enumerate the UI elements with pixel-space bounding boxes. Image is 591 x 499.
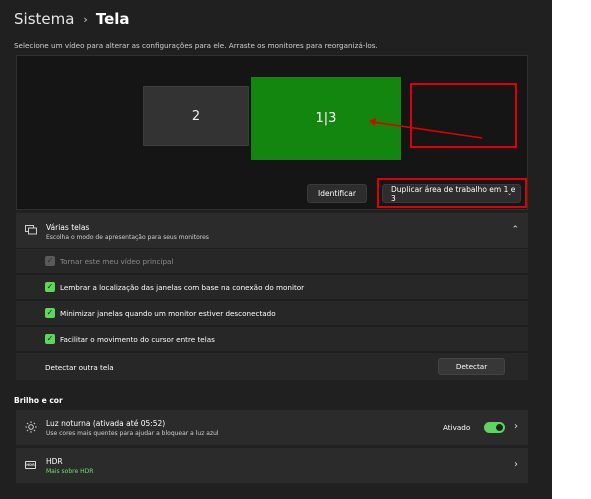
chevron-right-icon: ›	[83, 12, 88, 26]
hdr-icon: HDR	[25, 461, 36, 469]
hdr-more-link[interactable]: Mais sobre HDR	[46, 468, 93, 475]
option-remember-windows-label: Lembrar a localização das janelas com ba…	[60, 283, 305, 292]
option-cursor-movement-label: Facilitar o movimento do cursor entre te…	[60, 335, 215, 344]
night-light-description: Use cores mais quentes para ajudar a blo…	[46, 430, 219, 437]
multiple-displays-icon	[25, 225, 37, 235]
breadcrumb-parent[interactable]: Sistema	[14, 10, 74, 28]
detect-other-display-row: Detectar outra tela Detectar	[16, 352, 528, 380]
toggle-knob	[496, 424, 503, 431]
option-cursor-movement[interactable]: ✓ Facilitar o movimento do cursor entre …	[16, 326, 528, 351]
night-light-title: Luz noturna (ativada até 05:52)	[46, 419, 166, 428]
chevron-right-icon[interactable]: ›	[514, 459, 518, 470]
option-minimize-windows-label: Minimizar janelas quando um monitor esti…	[60, 309, 276, 318]
chevron-right-icon[interactable]: ›	[514, 421, 518, 432]
checkbox-remember-windows[interactable]: ✓	[45, 282, 55, 292]
checkbox-minimize-windows[interactable]: ✓	[45, 308, 55, 318]
multiple-displays-header[interactable]: Várias telas Escolha o modo de apresenta…	[16, 213, 528, 248]
option-main-display: ✓ Tornar este meu vídeo principal	[16, 248, 528, 273]
option-minimize-windows[interactable]: ✓ Minimizar janelas quando um monitor es…	[16, 300, 528, 325]
night-light-state: Ativado	[443, 423, 471, 432]
night-light-toggle[interactable]	[484, 422, 505, 433]
detect-button[interactable]: Detectar	[438, 358, 505, 375]
hdr-title: HDR	[46, 457, 63, 466]
multiple-displays-description: Escolha o modo de apresentação para seus…	[46, 234, 209, 241]
annotation-box-dropdown	[377, 178, 527, 208]
checkbox-cursor-movement[interactable]: ✓	[45, 334, 55, 344]
option-remember-windows[interactable]: ✓ Lembrar a localização das janelas com …	[16, 274, 528, 299]
checkbox-main-display: ✓	[45, 256, 55, 266]
settings-window: Sistema › Tela Selecione um vídeo para a…	[0, 0, 552, 499]
page-title: Tela	[95, 10, 130, 28]
breadcrumb: Sistema › Tela	[14, 10, 130, 28]
night-light-card[interactable]: Luz noturna (ativada até 05:52) Use core…	[16, 410, 528, 445]
chevron-up-icon[interactable]: ⌃	[511, 225, 519, 235]
sun-icon	[25, 421, 37, 433]
hdr-card[interactable]: HDR HDR Mais sobre HDR ›	[16, 448, 528, 483]
brightness-section-title: Brilho e cor	[14, 396, 63, 405]
monitor-arrangement-area: 2 1|3 Identificar Duplicar área de traba…	[16, 55, 528, 210]
identify-button[interactable]: Identificar	[307, 184, 367, 203]
detect-other-display-label: Detectar outra tela	[45, 363, 114, 372]
page-subtitle: Selecione um vídeo para alterar as confi…	[14, 41, 378, 50]
multiple-displays-title: Várias telas	[46, 223, 90, 232]
option-main-display-label: Tornar este meu vídeo principal	[60, 257, 174, 266]
